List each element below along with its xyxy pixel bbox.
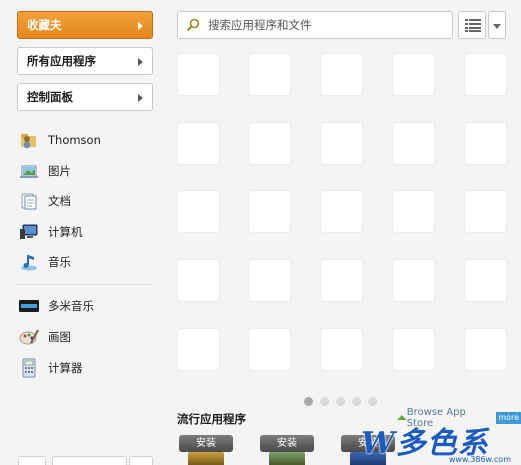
user-folder-icon [21, 134, 36, 148]
app-tile[interactable] [248, 53, 291, 96]
chevron-right-icon [138, 58, 143, 66]
app-tile[interactable] [248, 328, 291, 371]
page-dot[interactable] [336, 397, 345, 406]
recent-app-duomi[interactable]: 多米音乐 [19, 294, 94, 318]
app-tile[interactable] [464, 328, 507, 371]
app-tile[interactable] [248, 190, 291, 233]
list-view-button[interactable] [458, 11, 486, 39]
app-tile[interactable] [320, 259, 363, 302]
page-dot[interactable] [304, 397, 313, 406]
recent-app-calculator[interactable]: 计算器 [19, 356, 83, 380]
popular-app-thumbnail[interactable] [188, 452, 224, 465]
chevron-down-icon [493, 24, 501, 29]
recent-app-label: 画图 [48, 330, 71, 344]
page-dot[interactable] [368, 397, 377, 406]
place-label: 计算机 [48, 225, 83, 239]
all-apps-button[interactable]: 所有应用程序 [17, 47, 153, 75]
paint-icon [19, 329, 39, 345]
search-box[interactable] [177, 11, 453, 39]
menu-divider [17, 284, 153, 285]
install-button[interactable]: 安装 [179, 435, 233, 452]
computer-icon [20, 224, 38, 239]
watermark-logo: W多色系 www.386w.com [357, 414, 517, 465]
place-item-computer[interactable]: 计算机 [19, 220, 83, 244]
place-item-documents[interactable]: 文档 [19, 189, 71, 213]
app-tile[interactable] [464, 53, 507, 96]
power-options-button[interactable] [129, 456, 153, 465]
watermark-url: www.386w.com [448, 455, 511, 464]
view-options-dropdown[interactable] [488, 11, 506, 39]
pictures-icon [20, 165, 38, 178]
place-item-pictures[interactable]: 图片 [19, 159, 71, 183]
app-tile[interactable] [177, 328, 220, 371]
app-tile[interactable] [320, 190, 363, 233]
shutdown-button[interactable] [52, 456, 127, 465]
app-tile[interactable] [392, 259, 435, 302]
page-dot[interactable] [352, 397, 361, 406]
app-tile[interactable] [177, 122, 220, 165]
popular-app-thumbnail[interactable] [269, 452, 305, 465]
app-tile[interactable] [392, 53, 435, 96]
app-tile[interactable] [464, 259, 507, 302]
place-label: 音乐 [48, 255, 71, 269]
search-input[interactable] [208, 18, 438, 32]
recent-app-label: 多米音乐 [48, 299, 94, 313]
recent-app-paint[interactable]: 画图 [19, 325, 71, 349]
app-tile[interactable] [177, 53, 220, 96]
power-button[interactable] [18, 456, 46, 465]
place-label: 文档 [48, 194, 71, 208]
calculator-icon [22, 358, 36, 378]
control-panel-button[interactable]: 控制面板 [17, 83, 153, 111]
documents-icon [21, 193, 37, 210]
search-icon [186, 18, 200, 32]
app-tile[interactable] [248, 259, 291, 302]
app-tile[interactable] [464, 122, 507, 165]
app-tile[interactable] [392, 122, 435, 165]
app-tile[interactable] [392, 328, 435, 371]
favorites-label: 收藏夫 [27, 18, 62, 32]
chevron-right-icon [138, 94, 143, 102]
place-item-user[interactable]: Thomson [19, 128, 101, 152]
install-button[interactable]: 安装 [260, 435, 314, 452]
chevron-right-icon [138, 22, 143, 30]
app-tile[interactable] [177, 259, 220, 302]
app-tile[interactable] [320, 122, 363, 165]
all-apps-label: 所有应用程序 [27, 54, 96, 68]
place-label: 图片 [48, 164, 71, 178]
duomi-music-icon [19, 300, 39, 312]
recent-app-label: 计算器 [48, 361, 83, 375]
music-icon [21, 255, 37, 271]
app-tile[interactable] [320, 53, 363, 96]
app-tile[interactable] [392, 190, 435, 233]
app-tile[interactable] [248, 122, 291, 165]
app-tile[interactable] [177, 190, 220, 233]
favorites-button[interactable]: 收藏夫 [17, 11, 153, 39]
control-panel-label: 控制面板 [27, 90, 73, 104]
app-tile[interactable] [464, 190, 507, 233]
place-item-music[interactable]: 音乐 [19, 250, 71, 274]
place-label: Thomson [48, 133, 101, 147]
list-view-icon [465, 19, 481, 32]
app-tile[interactable] [320, 328, 363, 371]
page-dot[interactable] [320, 397, 329, 406]
popular-apps-title: 流行应用程序 [177, 412, 246, 426]
